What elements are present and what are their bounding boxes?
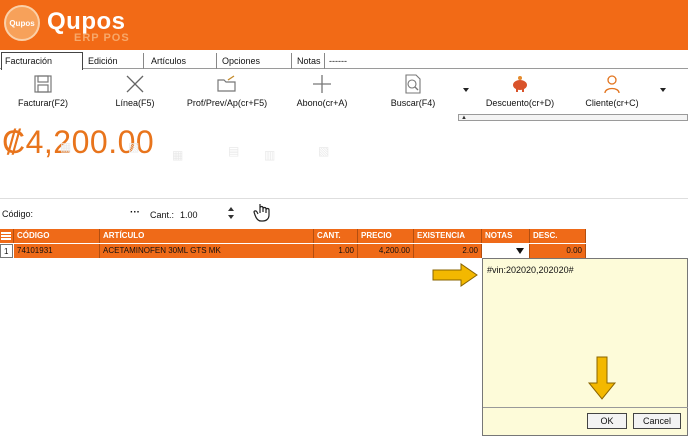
tab-opciones[interactable]: Opciones bbox=[222, 53, 292, 69]
hand-pointer-icon[interactable] bbox=[253, 202, 271, 222]
cliente-dropdown-arrow-icon[interactable] bbox=[660, 88, 666, 92]
cantidad-input[interactable]: 1.00 bbox=[180, 210, 198, 220]
scroll-left-icon[interactable]: ▲ bbox=[461, 115, 467, 121]
cell-codigo[interactable]: 74101931 bbox=[14, 244, 100, 258]
cliente-label: Cliente(cr+C) bbox=[585, 98, 639, 108]
header-existencia[interactable]: EXISTENCIA bbox=[414, 229, 482, 243]
notas-dropdown-arrow-icon[interactable] bbox=[516, 248, 524, 254]
buscar-button[interactable]: Buscar(F4) bbox=[388, 74, 438, 108]
search-document-icon bbox=[405, 74, 421, 94]
tab-edicion[interactable]: Edición bbox=[88, 53, 144, 69]
descuento-label: Descuento(cr+D) bbox=[485, 98, 555, 108]
logo-badge-text: Qupos bbox=[9, 18, 35, 28]
divider bbox=[0, 198, 688, 199]
tab-facturacion[interactable]: Facturación bbox=[1, 52, 83, 70]
menu-bar: Facturación Edición Artículos Opciones N… bbox=[0, 52, 688, 70]
cell-precio[interactable]: 4,200.00 bbox=[358, 244, 414, 258]
tab-articulos[interactable]: Artículos bbox=[151, 53, 217, 69]
abono-button[interactable]: Abono(cr+A) bbox=[292, 74, 352, 108]
header-articulo[interactable]: ARTÍCULO bbox=[100, 229, 314, 243]
cell-cant[interactable]: 1.00 bbox=[314, 244, 358, 258]
app-header: Qupos Qupos ERP POS bbox=[0, 0, 688, 50]
annotation-arrow-right-icon bbox=[432, 263, 478, 287]
header-codigo[interactable]: CÓDIGO bbox=[14, 229, 100, 243]
prof-prev-button[interactable]: Prof/Prev/Ap(cr+F5) bbox=[182, 74, 272, 108]
piggy-bank-icon bbox=[513, 76, 527, 92]
annotation-arrow-down-icon bbox=[587, 356, 617, 400]
tab-notas[interactable]: Notas bbox=[297, 53, 325, 69]
ghost-icon: ▧ bbox=[318, 144, 330, 158]
notes-textarea[interactable]: #vin:202020,202020# bbox=[487, 265, 574, 275]
folder-open-icon bbox=[217, 75, 236, 92]
cantidad-spinner-icon[interactable] bbox=[227, 206, 235, 220]
header-desc[interactable]: DESC. bbox=[530, 229, 586, 243]
user-icon bbox=[604, 75, 620, 94]
notes-popup: #vin:202020,202020# OK Cancel bbox=[482, 258, 688, 436]
plus-icon bbox=[313, 75, 331, 93]
cancel-button[interactable]: Cancel bbox=[633, 413, 681, 429]
cantidad-label: Cant.: bbox=[150, 210, 175, 220]
cliente-button[interactable]: Cliente(cr+C) bbox=[584, 74, 640, 108]
cell-desc[interactable]: 0.00 bbox=[530, 244, 586, 258]
ghost-icon: ▥ bbox=[264, 148, 276, 162]
buscar-dropdown-arrow-icon[interactable] bbox=[463, 88, 469, 92]
cell-notas[interactable] bbox=[482, 244, 530, 258]
descuento-button[interactable]: Descuento(cr+D) bbox=[482, 74, 558, 108]
facturar-button[interactable]: Facturar(F2) bbox=[14, 74, 72, 108]
prof-prev-label: Prof/Prev/Ap(cr+F5) bbox=[186, 98, 268, 108]
facturar-label: Facturar(F2) bbox=[17, 98, 68, 108]
ghost-icon: ▤ bbox=[228, 144, 240, 158]
header-cant[interactable]: CANT. bbox=[314, 229, 358, 243]
ghost-icon: ▧ bbox=[128, 140, 140, 154]
codigo-label: Código: bbox=[2, 209, 34, 219]
cell-existencia[interactable]: 2.00 bbox=[414, 244, 482, 258]
tab-separator: ------ bbox=[329, 56, 347, 66]
popup-divider bbox=[483, 407, 688, 408]
linea-label: Línea(F5) bbox=[115, 98, 155, 108]
row-number[interactable]: 1 bbox=[0, 244, 13, 258]
app-logo-subtitle: ERP POS bbox=[74, 32, 130, 44]
header-precio[interactable]: PRECIO bbox=[358, 229, 414, 243]
row-menu-header[interactable] bbox=[0, 229, 14, 243]
menu-icon bbox=[1, 232, 11, 240]
ghost-icon: ▦ bbox=[172, 148, 184, 162]
linea-button[interactable]: Línea(F5) bbox=[110, 74, 160, 108]
close-icon bbox=[126, 75, 144, 93]
header-notas[interactable]: NOTAS bbox=[482, 229, 530, 243]
abono-label: Abono(cr+A) bbox=[296, 98, 348, 108]
toolbar: Facturar(F2) Línea(F5) Prof/Prev/Ap(cr+F… bbox=[0, 70, 688, 116]
save-icon bbox=[34, 75, 52, 93]
cell-articulo[interactable]: ACETAMINOFEN 30ML GTS MK bbox=[100, 244, 314, 258]
ok-button[interactable]: OK bbox=[587, 413, 627, 429]
qupos-logo-icon: Qupos bbox=[4, 5, 40, 41]
ghost-icon: ▦ bbox=[60, 140, 72, 154]
browse-code-button[interactable]: ··· bbox=[130, 207, 140, 218]
toolbar-scrollbar[interactable]: ▲ bbox=[458, 114, 688, 121]
buscar-label: Buscar(F4) bbox=[390, 98, 436, 108]
